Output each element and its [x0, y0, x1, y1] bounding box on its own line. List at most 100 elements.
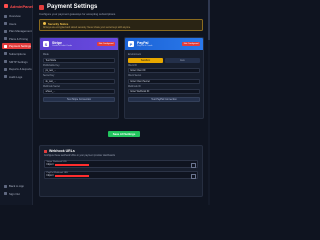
test-paypal-button[interactable]: Test PayPal Connection [128, 97, 200, 103]
credit-card-icon [4, 44, 7, 48]
scrollbar[interactable] [208, 0, 210, 205]
logout-icon [4, 192, 7, 196]
sidebar-item-label: Payment Settings [9, 44, 31, 49]
sidebar-item-reports[interactable]: Reports & Exports [2, 66, 32, 72]
stripe-publishable-key-label: Publishable Key [43, 64, 60, 67]
sidebar: AdminPanel Overview Users Plan Managemen… [0, 0, 33, 205]
sidebar-item-label: Plan Management [9, 29, 32, 34]
paypal-client-secret-label: Client Secret [128, 75, 142, 78]
main-content: Payment Settings Configure your payment … [36, 0, 208, 205]
warning-icon [43, 22, 46, 25]
security-notice: Security Notice All keys are encrypted a… [39, 19, 203, 31]
sidebar-item-overview[interactable]: Overview [2, 13, 31, 19]
tag-icon [4, 37, 7, 41]
stripe-card: S Stripe Credit & Debit Cards Not Config… [39, 37, 119, 119]
copy-icon[interactable] [190, 163, 196, 168]
url-prefix: https:// [46, 174, 54, 178]
paypal-webhook-id-label: Webhook ID [128, 85, 141, 88]
sign-out-button[interactable]: Sign Out [2, 191, 31, 197]
stripe-mode-label: Mode [43, 54, 49, 56]
webhook-description: Configure these webhook URLs in your pay… [44, 154, 115, 157]
paypal-webhook-url[interactable]: https:// [47, 174, 196, 177]
link-icon [44, 149, 47, 153]
webhook-title-text: Webhook URLs [49, 149, 75, 153]
security-notice-title: Security Notice [43, 22, 199, 26]
stripe-mode-select[interactable]: Test Mode [43, 57, 115, 63]
report-icon [4, 67, 7, 71]
stripe-status-badge: Not Configured [97, 42, 115, 46]
redacted-text [54, 174, 89, 177]
stripe-card-header: S Stripe Credit & Debit Cards Not Config… [40, 38, 118, 50]
paypal-webhook-id-input[interactable]: Enter Webhook ID [128, 89, 200, 95]
test-stripe-button[interactable]: Test Stripe Connection [43, 97, 115, 103]
paypal-header-text: PayPal PayPal & Cards [137, 41, 179, 47]
paypal-client-id-input[interactable]: Enter Client ID [128, 68, 200, 74]
arrow-left-icon [4, 184, 7, 188]
sidebar-item-users[interactable]: Users [2, 21, 31, 27]
plan-icon [4, 29, 7, 33]
sidebar-bottom: Back to App Sign Out [2, 183, 31, 198]
sidebar-item-audit-logs[interactable]: Audit Logs [2, 74, 31, 80]
paypal-webhook-url-box: PayPal Webhook URL https:// [44, 170, 198, 179]
url-prefix: https:// [46, 163, 54, 167]
stripe-card-body: Mode Test Mode Publishable Key pk_test_.… [40, 50, 118, 104]
credit-card-icon [39, 4, 44, 10]
mail-icon [4, 60, 7, 64]
stripe-webhook-secret-input[interactable]: whsec_... [43, 89, 115, 95]
paypal-card: P PayPal PayPal & Cards Not Configured E… [124, 37, 204, 119]
scrollbar-thumb[interactable] [208, 0, 210, 40]
stripe-subtitle: Credit & Debit Cards [52, 45, 73, 47]
paypal-status-badge: Not Configured [182, 42, 200, 46]
sidebar-item-label: Reports & Exports [9, 67, 32, 72]
paypal-logo-icon: P [128, 41, 134, 47]
sidebar-item-label: Overview [9, 14, 21, 18]
stripe-header-text: Stripe Credit & Debit Cards [52, 41, 94, 47]
sidebar-item-subscriptions[interactable]: Subscriptions [2, 51, 31, 57]
save-settings-button[interactable]: Save All Settings [108, 131, 140, 137]
copy-icon[interactable] [190, 174, 196, 179]
brand-name: AdminPanel [10, 3, 34, 9]
security-notice-text: All keys are encrypted and stored secure… [43, 26, 131, 29]
subscription-icon [4, 52, 7, 56]
paypal-card-body: Environment Sandbox Live Client ID Enter… [125, 50, 203, 104]
stripe-secret-key-label: Secret Key [43, 75, 55, 78]
sidebar-item-label: Subscriptions [9, 51, 26, 56]
sidebar-item-label: Plans & Pricing [9, 36, 28, 41]
log-icon [4, 75, 7, 79]
page-subtitle: Configure your payment gateways for acce… [39, 12, 116, 16]
paypal-subtitle: PayPal & Cards [137, 45, 153, 47]
paypal-client-id-label: Client ID [128, 64, 137, 67]
page-title: Payment Settings [39, 4, 97, 10]
sidebar-item-label: Sign Out [9, 191, 20, 196]
page-title-text: Payment Settings [47, 4, 98, 10]
sidebar-item-label: Back to App [9, 184, 24, 188]
save-settings-label: Save All Settings [112, 132, 136, 136]
redacted-text [54, 163, 89, 166]
stripe-webhook-url[interactable]: https:// [47, 163, 196, 166]
brand-icon [4, 4, 8, 8]
sidebar-item-label: Users [9, 21, 17, 26]
webhook-section: Webhook URLs Configure these webhook URL… [39, 145, 203, 197]
stripe-logo-icon: S [43, 41, 49, 47]
sidebar-nav: Overview Users Plan Management Plans & P… [2, 13, 32, 81]
back-to-app-button[interactable]: Back to App [2, 183, 31, 189]
paypal-environment-toggle: Sandbox Live [128, 57, 200, 63]
paypal-client-secret-input[interactable]: Enter Client Secret [128, 78, 200, 84]
paypal-environment-label: Environment [128, 54, 141, 56]
sidebar-item-smtp[interactable]: SMTP Settings [2, 59, 31, 65]
paypal-sandbox-option[interactable]: Sandbox [128, 57, 163, 63]
notice-title-text: Security Notice [48, 21, 69, 26]
sidebar-item-label: SMTP Settings [9, 59, 28, 64]
paypal-card-header: P PayPal PayPal & Cards Not Configured [125, 38, 203, 50]
sidebar-item-label: Audit Logs [9, 74, 23, 79]
paypal-live-option[interactable]: Live [165, 57, 200, 63]
stripe-secret-key-input[interactable]: sk_test_... [43, 78, 115, 84]
users-icon [4, 22, 7, 26]
stripe-webhook-url-box: Stripe Webhook URL https:// [44, 159, 198, 168]
sidebar-item-plan-management[interactable]: Plan Management [2, 28, 32, 34]
brand-logo[interactable]: AdminPanel [4, 3, 33, 9]
stripe-publishable-key-input[interactable]: pk_test_... [43, 68, 115, 74]
sidebar-item-plans-pricing[interactable]: Plans & Pricing [2, 36, 31, 42]
sidebar-item-payment-settings[interactable]: Payment Settings [2, 43, 31, 50]
stripe-webhook-secret-label: Webhook Secret [43, 85, 60, 88]
